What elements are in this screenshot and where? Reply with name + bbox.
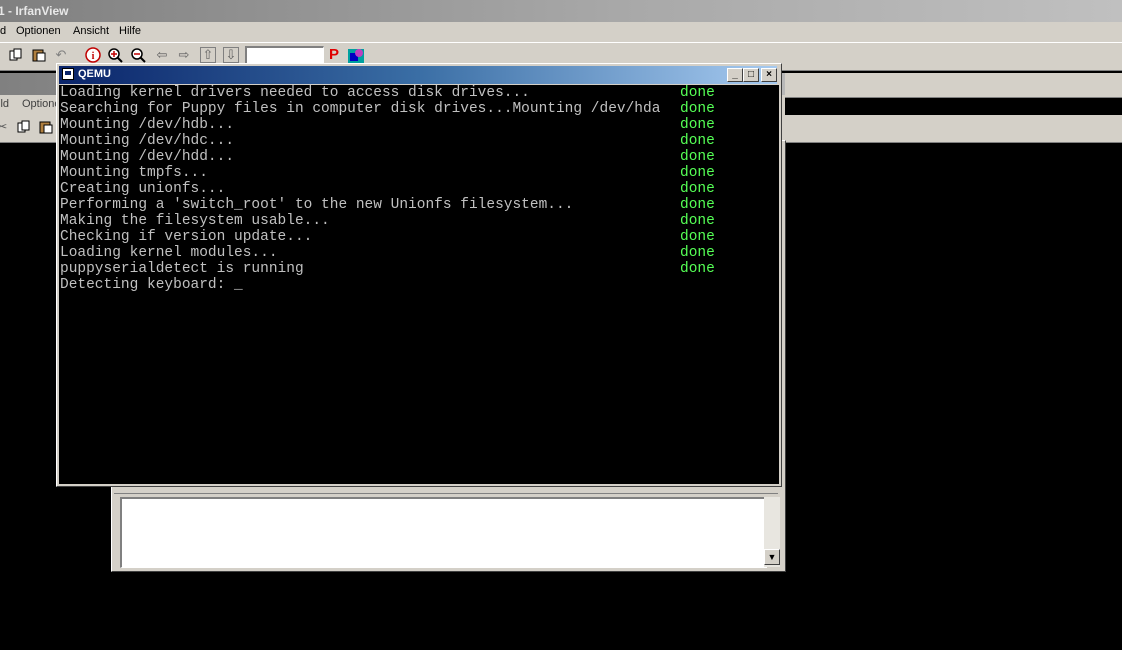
console-line: Mounting /dev/hdb... xyxy=(60,117,235,133)
console-status-done: done xyxy=(680,181,715,197)
console-line: Loading kernel modules... xyxy=(60,245,278,261)
console-line: Making the filesystem usable... xyxy=(60,213,330,229)
svg-text:i: i xyxy=(92,51,95,62)
maximize-icon[interactable]: □ xyxy=(743,68,759,82)
arrow-down-icon[interactable]: ⇩ xyxy=(223,47,239,63)
irfanview-title: 1 - IrfanView xyxy=(0,4,69,18)
zoom-out-icon[interactable] xyxy=(130,47,146,63)
console-line: Creating unionfs... xyxy=(60,181,226,197)
qemu-window-icon[interactable] xyxy=(62,68,74,80)
console-status-done: done xyxy=(680,165,715,181)
console-line: Mounting /dev/hdd... xyxy=(60,149,235,165)
irfanview-menubar: d Optionen Ansicht Hilfe xyxy=(0,22,1122,43)
menu2-file[interactable]: ild xyxy=(0,98,9,110)
console-status-done: done xyxy=(680,133,715,149)
menu-optionen[interactable]: Optionen xyxy=(16,25,61,37)
background-dialog-scrollbar[interactable]: ▼ xyxy=(764,497,780,567)
qemu-title: QEMU xyxy=(78,68,111,80)
qemu-console-screen[interactable]: Loading kernel drivers needed to access … xyxy=(59,85,779,484)
copy2-icon[interactable] xyxy=(16,119,32,135)
paste2-icon[interactable] xyxy=(38,119,54,135)
zoom-in-icon[interactable] xyxy=(107,47,123,63)
undo-icon[interactable]: ↶ xyxy=(53,47,69,63)
console-status-done: done xyxy=(680,149,715,165)
info-icon[interactable]: i xyxy=(85,47,101,63)
cut-icon[interactable]: ✂ xyxy=(0,119,10,135)
console-prompt: Detecting keyboard: _ xyxy=(60,277,243,293)
qemu-titlebar[interactable]: QEMU _ □ × xyxy=(59,66,777,84)
console-line: Searching for Puppy files in computer di… xyxy=(60,101,661,117)
console-status-done: done xyxy=(680,213,715,229)
console-line: Mounting tmpfs... xyxy=(60,165,208,181)
background-dialog-textbox[interactable] xyxy=(120,497,767,568)
console-status-done: done xyxy=(680,101,715,117)
paste-icon[interactable] xyxy=(31,47,47,63)
qemu-window: QEMU _ □ × Loading kernel drivers needed… xyxy=(56,63,782,487)
copy-icon[interactable] xyxy=(8,47,24,63)
minimize-icon[interactable]: _ xyxy=(727,68,743,82)
paint-icon[interactable]: P xyxy=(326,47,342,63)
console-status-done: done xyxy=(680,245,715,261)
arrow-left-icon[interactable]: ⇦ xyxy=(154,47,170,63)
menu-hilfe[interactable]: Hilfe xyxy=(119,25,141,37)
arrow-up-icon[interactable]: ⇧ xyxy=(200,47,216,63)
arrow-right-icon[interactable]: ⇨ xyxy=(176,47,192,63)
menu-file[interactable]: d xyxy=(0,25,6,37)
console-line: puppyserialdetect is running xyxy=(60,261,304,277)
console-line: Performing a 'switch_root' to the new Un… xyxy=(60,197,574,213)
scroll-down-arrow-icon[interactable]: ▼ xyxy=(764,549,780,565)
irfanview2-frame xyxy=(785,73,1122,98)
console-status-done: done xyxy=(680,117,715,133)
console-line: Mounting /dev/hdc... xyxy=(60,133,235,149)
console-status-done: done xyxy=(680,229,715,245)
close-icon[interactable]: × xyxy=(761,68,777,82)
console-line: Loading kernel drivers needed to access … xyxy=(60,85,530,101)
menu2-optionen[interactable]: Optione xyxy=(22,98,61,110)
console-status-done: done xyxy=(680,197,715,213)
color-icon[interactable] xyxy=(348,47,364,63)
menu-ansicht[interactable]: Ansicht xyxy=(73,25,109,37)
irfanview-titlebar: 1 - IrfanView xyxy=(0,0,1122,22)
console-line: Checking if version update... xyxy=(60,229,313,245)
console-status-done: done xyxy=(680,85,715,101)
console-status-done: done xyxy=(680,261,715,277)
